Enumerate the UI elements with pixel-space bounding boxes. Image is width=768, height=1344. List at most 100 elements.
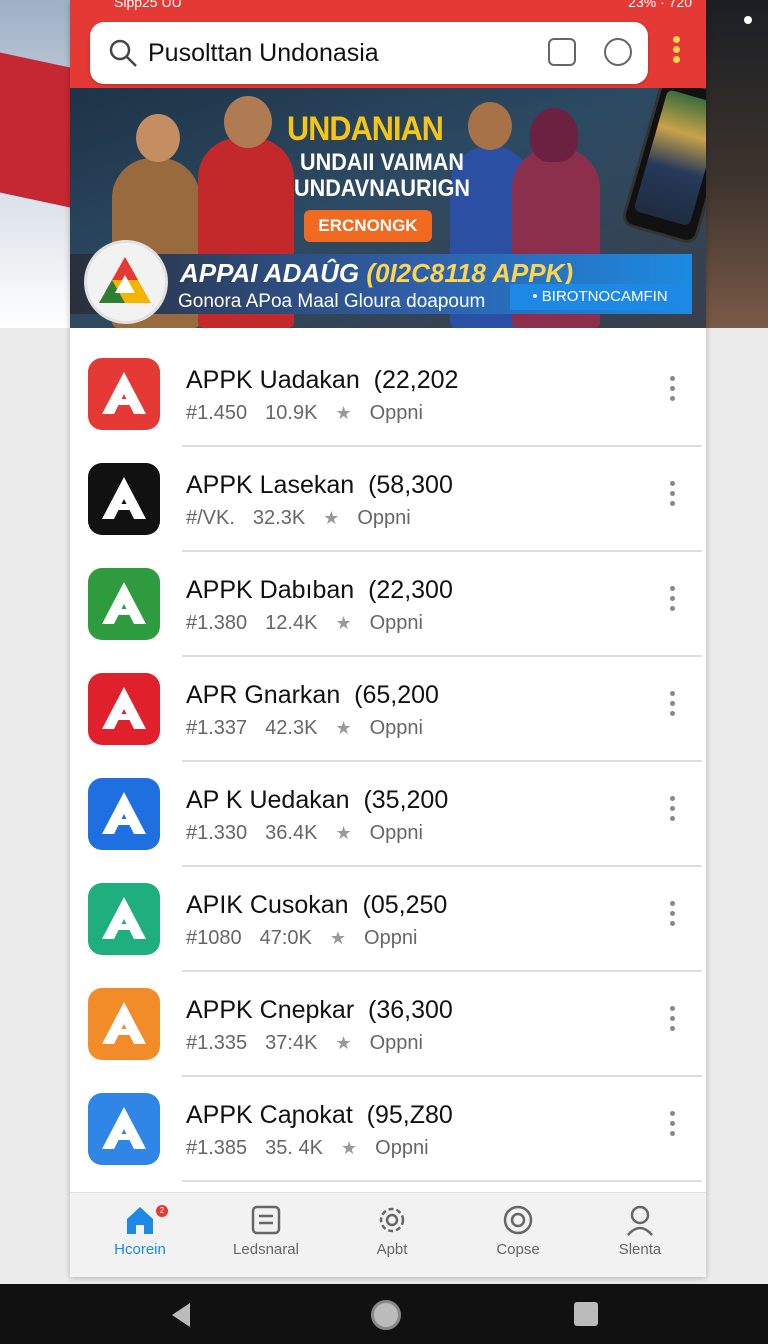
list-item[interactable]: APPK Dabıban (22,300 #1.380 12.4K ★ Oppni: [70, 552, 706, 657]
list-icon: [251, 1205, 281, 1235]
star-icon: ★: [335, 718, 352, 738]
app-downloads: 10.9K: [265, 402, 318, 424]
banner-subtitle: UNDAII VAIMAN UNDAVNAURIGN: [294, 150, 470, 202]
app-list: APPK Uadakan (22,202 #1.450 10.9K ★ Oppni APP…: [70, 342, 706, 1192]
home-button-icon[interactable]: [371, 1300, 401, 1330]
list-item[interactable]: APPK Caɲokat (95,Z80 #1.385 35. 4K ★ Oppni: [70, 1077, 706, 1182]
promo-banner[interactable]: UNDANIAN UNDAII VAIMAN UNDAVNAURIGN ERCN…: [70, 88, 706, 328]
more-options-icon[interactable]: [670, 691, 678, 721]
nav-home-label: Hcorein: [114, 1241, 166, 1258]
banner-person-2-head: [224, 96, 272, 148]
banner-headline-white: APPAI ADAÛG: [180, 258, 367, 288]
app-count: (95,Z80: [366, 1101, 453, 1129]
app-icon[interactable]: [88, 1093, 160, 1165]
overflow-menu-icon[interactable]: [673, 36, 683, 68]
list-item[interactable]: APPK Cnepkar (36,300 #1.335 37:4K ★ Oppni: [70, 972, 706, 1077]
app-meta: #1.337 42.3K ★ Oppni: [186, 717, 441, 740]
star-icon: ★: [323, 508, 340, 528]
more-options-icon[interactable]: [670, 481, 678, 511]
status-bar: Sipp25 UU 23% · 720: [70, 0, 706, 14]
banner-logo-icon: [84, 240, 168, 324]
star-icon: ★: [335, 1033, 352, 1053]
app-rank: #1.450: [186, 402, 248, 424]
app-icon[interactable]: [88, 673, 160, 745]
more-options-icon[interactable]: [670, 586, 678, 616]
more-options-icon[interactable]: [670, 376, 678, 406]
star-icon: ★: [329, 928, 347, 948]
nav-profile[interactable]: Slenta: [578, 1203, 702, 1273]
app-tag: Oppni: [357, 507, 411, 529]
app-name: APPK Lasekan (58,300: [186, 471, 453, 499]
top-bar: Sipp25 UU 23% · 720 Pusolttan Undonasia: [70, 0, 706, 88]
app-icon[interactable]: [88, 568, 160, 640]
list-item[interactable]: AP K Uedakan (35,200 #1.330 36.4K ★ Oppni: [70, 762, 706, 867]
voice-search-icon[interactable]: [548, 38, 576, 66]
person-icon: [627, 1205, 653, 1236]
banner-person-4-head: [530, 108, 578, 162]
star-icon: ★: [335, 823, 352, 843]
app-count: (05,250: [362, 891, 448, 919]
search-bar[interactable]: Pusolttan Undonasia: [90, 22, 648, 84]
more-options-icon[interactable]: [670, 1111, 678, 1141]
banner-subtitle-line1: UNDAII VAIMAN: [300, 149, 465, 176]
app-meta: #1.385 35. 4K ★ Oppni: [186, 1137, 447, 1160]
list-item[interactable]: APR Gnarkan (65,200 #1.337 42.3K ★ Oppni: [70, 657, 706, 762]
app-name: AP K Uedakan (35,200: [186, 786, 449, 814]
list-item[interactable]: APIK Cusokan (05,250 #1080 47:0K ★ Oppni: [70, 867, 706, 972]
home-icon: [127, 1207, 153, 1234]
nav-compass-label: Copse: [496, 1241, 540, 1258]
star-icon: ★: [335, 403, 352, 423]
nav-list[interactable]: Ledsnaral: [204, 1203, 328, 1273]
nav-settings-label: Apbt: [376, 1241, 408, 1258]
banner-button[interactable]: ERCNONGK: [304, 210, 432, 242]
star-icon: ★: [341, 1138, 358, 1158]
nav-compass[interactable]: Copse: [456, 1203, 580, 1273]
app-tag: Oppni: [369, 717, 423, 739]
app-name: APPK Dabıban (22,300: [186, 576, 453, 604]
app-icon[interactable]: [88, 988, 160, 1060]
app-rank: #1.335: [186, 1032, 248, 1054]
app-downloads: 37:4K: [265, 1032, 318, 1054]
app-name: APIK Cusokan (05,250: [186, 891, 448, 919]
search-icon: [109, 39, 137, 67]
history-icon[interactable]: [604, 38, 632, 66]
app-name: APPK Caɲokat (95,Z80: [186, 1101, 453, 1129]
app-tag: Oppni: [369, 402, 423, 424]
list-item[interactable]: APPK Lasekan (58,300 #/VK. 32.3K ★ Oppni: [70, 447, 706, 552]
app-icon[interactable]: [88, 778, 160, 850]
flag-decoration: [0, 52, 70, 208]
nav-settings[interactable]: Apbt: [330, 1203, 454, 1273]
status-right: 23% · 720: [628, 0, 692, 10]
app-tag: Oppni: [369, 1032, 423, 1054]
app-meta: #/VK. 32.3K ★ Oppni: [186, 507, 429, 530]
app-name: APPK Cnepkar (36,300: [186, 996, 453, 1024]
app-rank: #1.330: [186, 822, 248, 844]
nav-list-label: Ledsnaral: [233, 1241, 299, 1258]
app-icon[interactable]: [88, 358, 160, 430]
list-item[interactable]: APPK Uadakan (22,202 #1.450 10.9K ★ Oppni: [70, 342, 706, 447]
app-downloads: 32.3K: [252, 507, 306, 529]
search-input[interactable]: Pusolttan Undonasia: [148, 39, 379, 68]
status-left: Sipp25 UU: [114, 0, 182, 10]
banner-chip[interactable]: • BIROTNOCAMFIN: [510, 284, 690, 310]
app-name: APPK Uadakan (22,202: [186, 366, 459, 394]
app-count: (22,202: [373, 366, 459, 394]
recent-apps-icon[interactable]: [574, 1302, 598, 1326]
app-count: (35,200: [363, 786, 449, 814]
back-icon[interactable]: [170, 1302, 192, 1328]
more-options-icon[interactable]: [670, 796, 678, 826]
more-options-icon[interactable]: [670, 901, 678, 931]
app-meta: #1.330 36.4K ★ Oppni: [186, 822, 441, 845]
app-icon[interactable]: [88, 463, 160, 535]
app-meta: #1.450 10.9K ★ Oppni: [186, 402, 441, 425]
app-icon[interactable]: [88, 883, 160, 955]
app-tag: Oppni: [369, 612, 423, 634]
divider: [182, 1180, 702, 1182]
nav-home[interactable]: 2 Hcorein: [78, 1203, 202, 1273]
app-downloads: 47:0K: [259, 927, 312, 949]
star-icon: ★: [335, 613, 352, 633]
more-options-icon[interactable]: [670, 1006, 678, 1036]
app-count: (58,300: [368, 471, 453, 499]
nav-profile-label: Slenta: [618, 1241, 662, 1258]
banner-person-1-head: [136, 114, 180, 162]
